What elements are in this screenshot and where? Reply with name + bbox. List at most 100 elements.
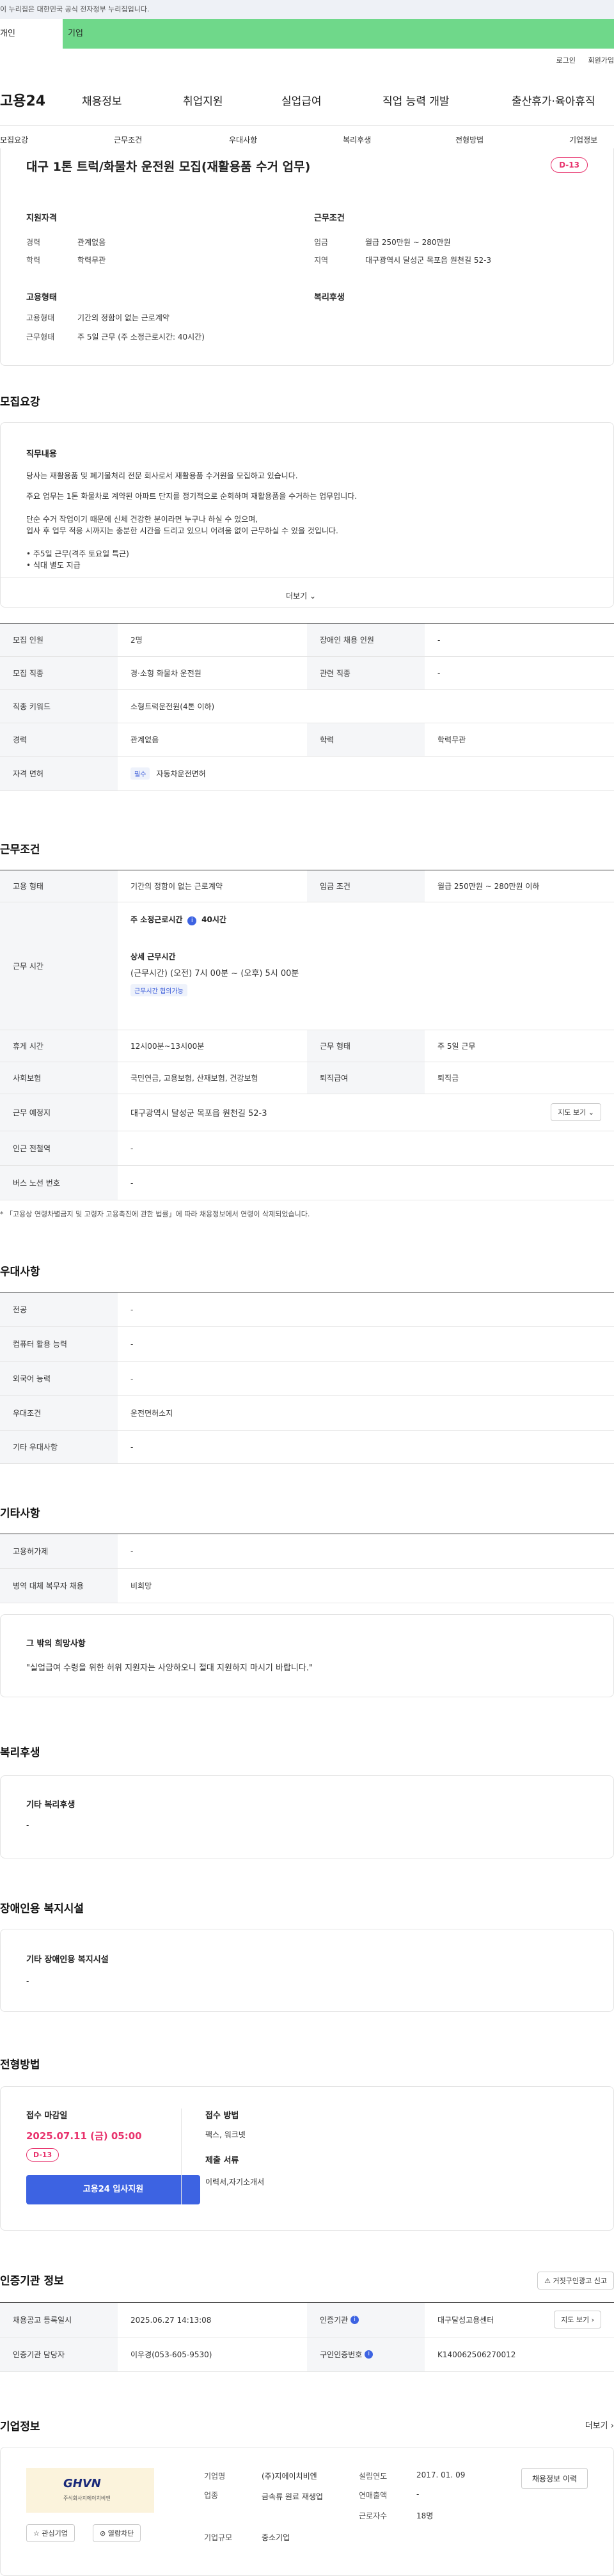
welfare-section-heading: 복리후생 xyxy=(0,1747,40,1759)
recruit-table: 모집 인원 2명 장애인 채용 인원 - 모집 직종 경·소형 화물차 운전원 … xyxy=(0,623,614,792)
table-row: 모집 직종 경·소형 화물차 운전원 관련 직종 - xyxy=(0,657,614,690)
table-row: 사회보험 국민연금, 고용보험, 산재보험, 건강보험 퇴직급여 퇴직금 xyxy=(0,1062,614,1094)
duty-desc-2: 주요 업무는 1톤 화물차로 계약된 아파트 단지를 정기적으로 순회하며 재활… xyxy=(26,492,358,501)
chevron-down-icon: ⌄ xyxy=(309,592,317,601)
more-button[interactable]: 더보기 ⌄ xyxy=(286,590,316,601)
table-row: 컴퓨터 활용 능력 - xyxy=(0,1327,614,1362)
table-row: 인증기관 담당자 이우경(053-605-9530) 구인인증번호 i K1400… xyxy=(0,2337,614,2372)
region-label: 지역 xyxy=(314,256,329,265)
history-button[interactable]: 채용정보 이력 xyxy=(521,2468,588,2489)
wish-value: "실업급여 수령을 위한 허위 지원자는 사양하오니 절대 지원하지 마시기 바… xyxy=(26,1663,313,1673)
interest-button[interactable]: ☆ 관심기업 xyxy=(26,2524,75,2542)
table-row: 버스 노선 번호 - xyxy=(0,1166,614,1200)
welfare-heading: 복리후생 xyxy=(314,293,345,302)
tab-company[interactable]: 기업정보 xyxy=(569,134,597,145)
global-nav: 고용24 채용정보 취업지원 실업급여 직업 능력 개발 출산휴가·육아휴직 xyxy=(0,83,614,115)
agency-map-button[interactable]: 지도 보기 › xyxy=(554,2311,601,2329)
apply-button[interactable]: 고용24 입사지원 xyxy=(26,2175,200,2204)
deadline-value: 2025.07.11 (금) 05:00 xyxy=(26,2130,142,2142)
user-type-tabs: 개인 기업 xyxy=(0,19,614,49)
process-heading: 전형방법 xyxy=(0,2059,40,2071)
chevron-right-icon: › xyxy=(610,2421,614,2431)
info-icon[interactable]: i xyxy=(187,916,197,925)
wish-card: 그 밖의 희망사항 "실업급여 수령을 위한 허위 지원자는 사양하오니 절대 … xyxy=(0,1614,614,1697)
info-icon[interactable]: i xyxy=(350,2316,359,2324)
join-link[interactable]: 회원가입 xyxy=(588,56,614,65)
table-row: 고용 형태 기간의 정함이 없는 근로계약 임금 조건 월급 250만원 ~ 2… xyxy=(0,870,614,902)
work-form-label: 근무형태 xyxy=(26,333,55,342)
star-icon: ☆ xyxy=(33,2529,40,2538)
gnb-item-jobs[interactable]: 채용정보 xyxy=(82,92,122,108)
chevron-right-icon: › xyxy=(591,2316,594,2324)
duty-desc-4: 입사 후 업무 적응 시까지는 충분한 시간을 드리고 있으니 어려움 없이 근… xyxy=(26,526,338,535)
recruit-heading: 모집요강 xyxy=(0,396,40,409)
table-row: 근무 예정지 대구광역시 달성군 목포읍 원천길 52-3 지도 보기 ⌄ xyxy=(0,1094,614,1131)
duty-desc-1: 당사는 재활용품 및 폐기물처리 전문 회사로서 재활용품 수거원을 모집하고 … xyxy=(26,471,298,480)
info-icon[interactable]: i xyxy=(365,2350,374,2359)
emp-type-value: 기간의 정함이 없는 근로계약 xyxy=(77,313,169,322)
career-value: 관계없음 xyxy=(77,238,106,247)
alert-icon: ⚠ xyxy=(544,2277,551,2285)
table-row: 병역 대체 복무자 채용 비희망 xyxy=(0,1569,614,1603)
tab-company[interactable]: 기업 xyxy=(63,19,614,49)
job-title: 대구 1톤 트럭/화물차 운전원 모집(재활용품 수거 업무) xyxy=(26,160,311,174)
others-heading: 기타사항 xyxy=(0,1507,40,1520)
work-heading: 근무조건 xyxy=(314,214,345,223)
table-row: 휴게 시간 12시00분~13시00분 근무 형태 주 5일 근무 xyxy=(0,1030,614,1062)
others-table: 고용허가제 - 병역 대체 복무자 채용 비희망 xyxy=(0,1534,614,1604)
table-row: 모집 인원 2명 장애인 채용 인원 - xyxy=(0,624,614,657)
emp-type-label: 고용형태 xyxy=(26,313,55,322)
gnb-item-benefits[interactable]: 실업급여 xyxy=(281,92,322,108)
wish-heading: 그 밖의 희망사항 xyxy=(26,1639,86,1649)
welfare-card: 기타 복리후생 - xyxy=(0,1775,614,1858)
disability-card: 기타 장애인용 복지시설 - xyxy=(0,1929,614,2012)
age-note: * 「고용상 연령차별금지 및 고령자 고용촉진에 관한 법률」에 따라 채용정… xyxy=(0,1210,310,1218)
gnb-item-support[interactable]: 취업지원 xyxy=(183,92,223,108)
tab-process[interactable]: 전형방법 xyxy=(455,134,484,145)
company-heading: 기업정보 xyxy=(0,2421,40,2433)
table-row: 자격 면허 필수 자동차운전면허 xyxy=(0,757,614,791)
tab-person[interactable]: 개인 xyxy=(0,19,63,49)
site-logo[interactable]: 고용24 xyxy=(0,90,45,110)
agency-heading: 인증기관 정보 xyxy=(0,2275,64,2288)
wage-label: 임금 xyxy=(314,238,329,247)
required-chip: 필수 xyxy=(130,767,150,780)
region-value: 대구광역시 달성군 목포읍 원천길 52-3 xyxy=(365,256,492,265)
tab-welfare[interactable]: 복리후생 xyxy=(343,134,371,145)
company-more-link[interactable]: 더보기 › xyxy=(585,2419,614,2431)
table-row: 외국어 능력 - xyxy=(0,1362,614,1396)
table-row: 직종 키워드 소형트럭운전원(4톤 이하) xyxy=(0,690,614,723)
util-links: 로그인 회원가입 xyxy=(546,55,614,65)
table-row: 근무 시간 주 소정근로시간 i 40시간 상세 근무시간 (근무시간) (오전… xyxy=(0,902,614,1030)
dday-badge: D-13 xyxy=(551,157,588,173)
chevron-down-icon: ⌄ xyxy=(588,1108,594,1117)
tab-preferences[interactable]: 우대사항 xyxy=(229,134,257,145)
tab-recruit[interactable]: 모집요강 xyxy=(0,134,28,145)
work-form-value: 주 5일 근무 (주 소정근로시간: 40시간) xyxy=(77,333,205,342)
disability-heading: 장애인용 복지시설 xyxy=(0,1903,84,1915)
wage-value: 월급 250만원 ~ 280만원 xyxy=(365,238,451,247)
edu-label: 학력 xyxy=(26,256,41,265)
conditions-table: 고용 형태 기간의 정함이 없는 근로계약 임금 조건 월급 250만원 ~ 2… xyxy=(0,870,614,1202)
duty-desc-6: • 식대 별도 지급 xyxy=(26,561,81,570)
duty-card: 직무내용 당사는 재활용품 및 폐기물처리 전문 회사로서 재활용품 수거원을 … xyxy=(0,422,614,608)
report-button[interactable]: ⚠ 거짓구인광고 신고 xyxy=(537,2272,614,2289)
tab-conditions[interactable]: 근무조건 xyxy=(114,134,142,145)
duty-desc-3: 단순 수거 작업이기 때문에 신체 건강한 분이라면 누구나 하실 수 있으며, xyxy=(26,515,258,524)
table-row: 고용허가제 - xyxy=(0,1534,614,1569)
block-icon: ⊘ xyxy=(100,2529,106,2538)
table-row: 채용공고 등록일시 2025.06.27 14:13:08 인증기관 i 대구달성… xyxy=(0,2303,614,2337)
preferences-table: 전공 - 컴퓨터 활용 능력 - 외국어 능력 - 우대조건 운전면허소지 기타… xyxy=(0,1292,614,1464)
gnb-item-leave[interactable]: 출산휴가·육아휴직 xyxy=(512,92,595,108)
map-button[interactable]: 지도 보기 ⌄ xyxy=(551,1103,601,1121)
gov-banner: 이 누리집은 대한민국 공식 전자정부 누리집입니다. xyxy=(0,0,614,19)
block-button[interactable]: ⊘ 열람차단 xyxy=(93,2524,141,2542)
emp-heading: 고용형태 xyxy=(26,293,57,302)
table-row: 우대조건 운전면허소지 xyxy=(0,1396,614,1431)
gnb-item-training[interactable]: 직업 능력 개발 xyxy=(382,92,450,108)
process-dday-badge: D-13 xyxy=(26,2148,59,2162)
login-link[interactable]: 로그인 xyxy=(556,56,576,65)
job-summary-card: 대구 1톤 트럭/화물차 운전원 모집(재활용품 수거 업무) D-13 지원자… xyxy=(0,148,614,366)
company-card: GHVN 주식회사지에이치비엔 ☆ 관심기업 ⊘ 열람차단 기업명 (주)지에이… xyxy=(0,2447,614,2576)
table-row: 기타 우대사항 - xyxy=(0,1431,614,1464)
